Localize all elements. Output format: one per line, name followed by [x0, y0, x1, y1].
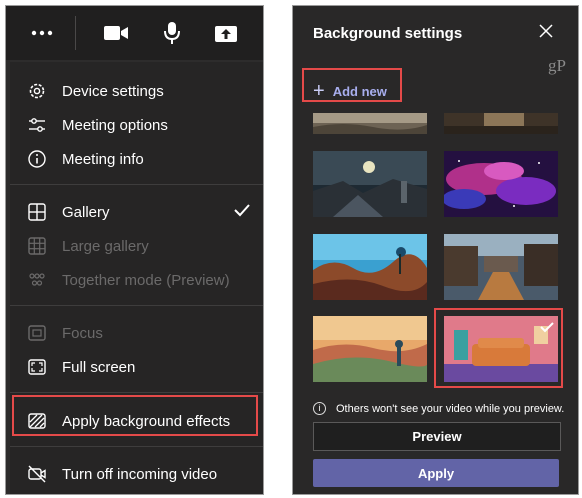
video-off-icon [26, 463, 48, 485]
people-group-icon [26, 269, 48, 291]
menu-item-label: Turn off incoming video [62, 465, 218, 483]
panel-title: Background settings [313, 25, 463, 42]
info-icon: i [313, 402, 326, 415]
menu-divider [10, 392, 263, 393]
thumb-desert-partial[interactable] [313, 113, 427, 134]
thumb-ruins-partial[interactable] [444, 113, 558, 134]
focus-icon [26, 322, 48, 344]
highlight-selected-background [434, 308, 563, 388]
meeting-toolbar [6, 6, 263, 60]
menu-item-focus: Focus [10, 316, 263, 350]
menu-item-label: Meeting info [62, 150, 144, 168]
menu-item-label: Full screen [62, 358, 136, 376]
preview-note-text: Others won't see your video while you pr… [336, 402, 565, 415]
menu-item-turn-off-incoming-video[interactable]: Turn off incoming video [10, 457, 263, 491]
preview-button[interactable]: Preview [313, 422, 561, 451]
menu-item-label: Meeting options [62, 116, 168, 134]
info-icon [26, 148, 48, 170]
video-camera-icon [104, 26, 128, 40]
thumb-space-station[interactable] [313, 151, 427, 217]
gear-icon [26, 80, 48, 102]
apply-button[interactable]: Apply [313, 459, 559, 487]
menu-divider [10, 446, 263, 447]
share-button[interactable] [204, 6, 248, 60]
large-grid-icon [26, 235, 48, 257]
menu-divider [10, 305, 263, 306]
more-options-button[interactable] [20, 6, 64, 60]
close-icon[interactable] [539, 24, 553, 38]
menu-item-label: Gallery [62, 203, 110, 221]
menu-item-label: Device settings [62, 82, 164, 100]
thumb-village-street[interactable] [444, 234, 558, 300]
grid-icon [26, 201, 48, 223]
thumb-alien-planet[interactable] [313, 234, 427, 300]
menu-item-device-settings[interactable]: Device settings [10, 74, 263, 108]
checkmark-icon [233, 203, 251, 221]
sliders-icon [26, 114, 48, 136]
menu-item-meeting-info[interactable]: Meeting info [10, 142, 263, 176]
full-screen-icon [26, 356, 48, 378]
ellipsis-icon [31, 30, 53, 36]
menu-item-full-screen[interactable]: Full screen [10, 350, 263, 384]
menu-item-large-gallery: Large gallery [10, 229, 263, 263]
menu-item-together-mode: Together mode (Preview) [10, 263, 263, 297]
menu-item-label: Together mode (Preview) [62, 271, 230, 289]
menu-divider [10, 184, 263, 185]
highlight-apply-background-effects [12, 395, 258, 436]
preview-note: i Others won't see your video while you … [313, 402, 564, 415]
share-tray-icon [215, 26, 237, 42]
thumb-sunset-hills[interactable] [313, 316, 427, 382]
menu-item-label: Focus [62, 324, 103, 342]
toolbar-divider [75, 16, 76, 50]
menu-item-meeting-options[interactable]: Meeting options [10, 108, 263, 142]
camera-button[interactable] [96, 6, 136, 60]
watermark-logo: gP [548, 56, 566, 75]
highlight-add-new [302, 68, 402, 102]
menu-item-label: Large gallery [62, 237, 149, 255]
microphone-icon [164, 22, 180, 44]
menu-item-gallery[interactable]: Gallery [10, 195, 263, 229]
microphone-button[interactable] [152, 6, 192, 60]
thumb-nebula[interactable] [444, 151, 558, 217]
